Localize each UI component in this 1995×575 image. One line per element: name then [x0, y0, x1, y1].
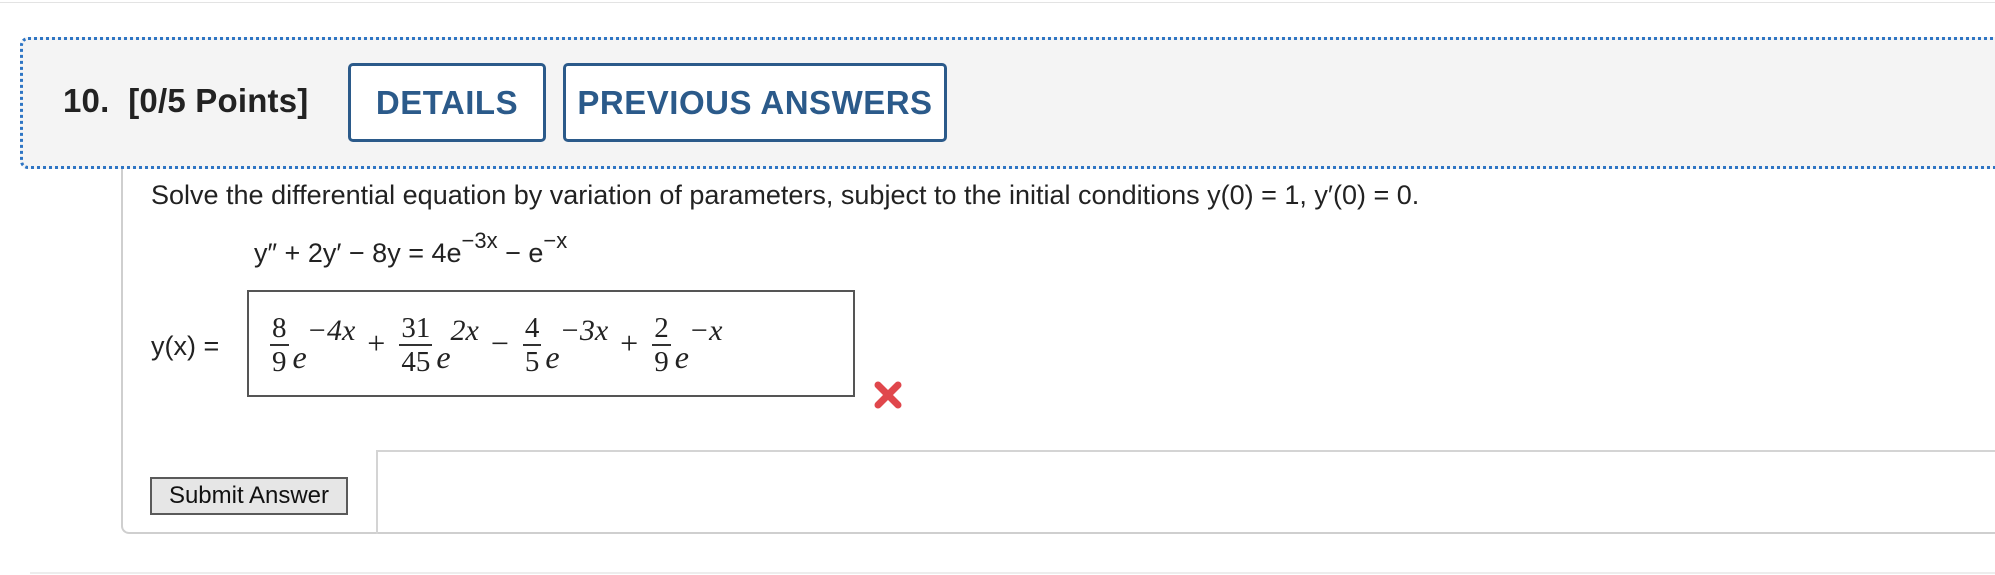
exponential-base: e	[436, 338, 451, 375]
equation-lhs: y″ + 2y′ − 8y = 4e	[254, 238, 462, 268]
equation-exponent-2: −x	[543, 228, 568, 253]
fraction: 8 9	[270, 312, 289, 378]
details-button[interactable]: DETAILS	[348, 63, 546, 142]
fraction-numerator: 8	[270, 312, 289, 346]
fraction-denominator: 9	[272, 346, 287, 378]
top-divider	[0, 0, 1995, 3]
fraction: 31 45	[399, 312, 433, 378]
submit-answer-button[interactable]: Submit Answer	[150, 477, 348, 515]
incorrect-x-icon	[874, 381, 902, 409]
question-prompt: Solve the differential equation by varia…	[151, 180, 1419, 211]
footer-divider	[376, 450, 1995, 452]
fraction-denominator: 45	[401, 346, 431, 378]
equation-exponent-1: −3x	[461, 228, 498, 253]
answer-label: y(x) =	[151, 331, 220, 361]
exponent: 2x	[450, 314, 479, 347]
fraction-denominator: 5	[524, 346, 540, 378]
previous-answers-button[interactable]: PREVIOUS ANSWERS	[563, 63, 947, 142]
exponent: −3x	[559, 314, 609, 347]
initial-conditions: y(0) = 1, y′(0) = 0.	[1207, 180, 1420, 210]
bottom-divider	[30, 572, 1995, 574]
operator: +	[367, 324, 386, 361]
fraction-numerator: 2	[652, 312, 671, 346]
fraction: 2 9	[652, 312, 671, 378]
fraction: 4 5	[522, 312, 542, 378]
exponential-base: e	[545, 338, 560, 375]
question-points: [0/5 Points]	[128, 82, 309, 119]
fraction-numerator: 4	[522, 312, 542, 346]
question-title: 10. [0/5 Points]	[63, 82, 309, 120]
differential-equation: y″ + 2y′ − 8y = 4e−3x − e−x	[254, 228, 567, 269]
equation-mid: − e	[497, 238, 544, 268]
exponent: −4x	[306, 314, 356, 347]
exponential-base: e	[292, 338, 307, 375]
fraction-numerator: 31	[399, 312, 433, 346]
operator: +	[620, 324, 639, 361]
operator: −	[490, 324, 509, 361]
question-number: 10.	[63, 82, 110, 119]
fraction-denominator: 9	[654, 346, 669, 378]
question-header	[20, 37, 1995, 169]
prompt-text: Solve the differential equation by varia…	[151, 180, 1208, 210]
footer-divider-vertical	[376, 450, 378, 534]
answer-expression[interactable]: 8 9 e −4x + 31 45 e 2x − 4 5 e −3x + 2 9 e −…	[268, 300, 722, 390]
exponent: −x	[688, 314, 723, 347]
exponential-base: e	[674, 338, 689, 375]
